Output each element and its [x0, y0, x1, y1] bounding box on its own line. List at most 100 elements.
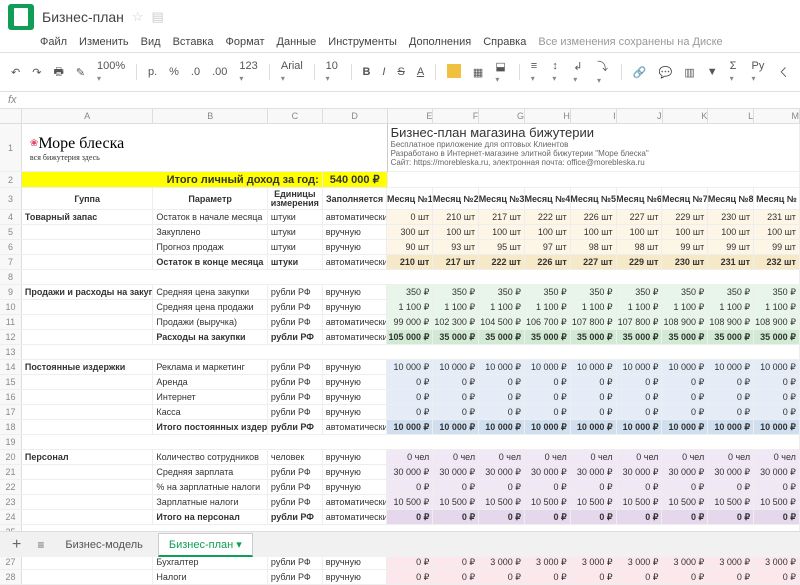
data-cell[interactable]: 30 000 ₽ — [754, 465, 800, 479]
data-cell[interactable]: 0 ₽ — [479, 375, 525, 389]
wrap-button[interactable]: ↲ — [570, 58, 588, 87]
data-cell[interactable]: 99 шт — [754, 240, 800, 254]
paint-format-icon[interactable]: ✎ — [73, 64, 88, 81]
param-name[interactable]: Средняя зарплата — [153, 465, 268, 479]
group-name[interactable] — [22, 555, 153, 569]
data-cell[interactable]: 10 000 ₽ — [708, 360, 754, 374]
data-cell[interactable]: 0 ₽ — [662, 375, 708, 389]
data-cell[interactable]: 210 шт — [433, 210, 479, 224]
data-cell[interactable]: 108 900 ₽ — [708, 315, 754, 329]
group-name[interactable]: Товарный запас — [22, 210, 153, 224]
data-cell[interactable]: 0 ₽ — [433, 510, 479, 524]
group-name[interactable] — [22, 465, 153, 479]
sheet-tab[interactable]: Бизнес-модель — [54, 534, 154, 556]
row-header[interactable]: 27 — [0, 555, 22, 569]
data-cell[interactable]: 35 000 ₽ — [525, 330, 571, 344]
data-cell[interactable]: 100 шт — [479, 225, 525, 239]
hdr-month[interactable]: Месяц №5 — [571, 188, 617, 209]
data-cell[interactable]: 230 шт — [662, 255, 708, 269]
data-cell[interactable]: 10 500 ₽ — [525, 495, 571, 509]
valign-button[interactable]: ↕ — [549, 58, 564, 86]
data-cell[interactable]: 0 ₽ — [617, 570, 663, 584]
add-sheet-button[interactable]: + — [6, 536, 27, 554]
data-cell[interactable]: 0 ₽ — [387, 405, 433, 419]
data-cell[interactable]: 227 шт — [617, 210, 663, 224]
data-cell[interactable]: 1 100 ₽ — [662, 300, 708, 314]
italic-button[interactable]: I — [379, 64, 388, 80]
data-cell[interactable]: 0 ₽ — [754, 375, 800, 389]
col-header[interactable]: A — [22, 109, 154, 123]
data-cell[interactable]: 0 ₽ — [525, 480, 571, 494]
undo-icon[interactable]: ↶ — [8, 64, 23, 81]
data-cell[interactable]: 108 900 ₽ — [662, 315, 708, 329]
group-name[interactable] — [22, 495, 153, 509]
data-cell[interactable]: 222 шт — [525, 210, 571, 224]
data-cell[interactable]: 0 ₽ — [479, 405, 525, 419]
menu-tools[interactable]: Инструменты — [328, 36, 397, 48]
data-cell[interactable]: 0 ₽ — [387, 375, 433, 389]
col-header[interactable]: G — [479, 109, 525, 123]
unit-cell[interactable]: рубли РФ — [268, 375, 323, 389]
param-name[interactable]: Касса — [153, 405, 268, 419]
collapse-toolbar-icon[interactable]: ㄑ — [775, 62, 792, 82]
fill-cell[interactable]: вручную — [323, 450, 388, 464]
data-cell[interactable]: 227 шт — [571, 255, 617, 269]
param-name[interactable]: Продажи (выручка) — [153, 315, 268, 329]
data-cell[interactable]: 217 шт — [433, 255, 479, 269]
fill-cell[interactable]: автоматически — [323, 495, 388, 509]
unit-cell[interactable]: рубли РФ — [268, 420, 323, 434]
data-cell[interactable]: 0 ₽ — [433, 570, 479, 584]
group-name[interactable] — [22, 225, 153, 239]
param-name[interactable]: Прогноз продаж — [153, 240, 268, 254]
menu-insert[interactable]: Вставка — [173, 36, 214, 48]
cell[interactable] — [22, 435, 800, 449]
data-cell[interactable]: 0 ₽ — [571, 375, 617, 389]
data-cell[interactable]: 0 чел — [525, 450, 571, 464]
data-cell[interactable]: 3 000 ₽ — [662, 555, 708, 569]
data-cell[interactable]: 1 100 ₽ — [433, 300, 479, 314]
data-cell[interactable]: 0 ₽ — [387, 570, 433, 584]
data-cell[interactable]: 35 000 ₽ — [708, 330, 754, 344]
row-header[interactable]: 12 — [0, 330, 22, 344]
unit-cell[interactable]: штуки — [268, 225, 323, 239]
col-header[interactable]: B — [153, 109, 268, 123]
group-name[interactable] — [22, 390, 153, 404]
group-name[interactable]: Продажи и расходы на закупки — [22, 285, 153, 299]
cell[interactable] — [22, 270, 800, 284]
data-cell[interactable]: 10 500 ₽ — [662, 495, 708, 509]
row-header[interactable]: 3 — [0, 188, 22, 209]
link-button[interactable]: 🔗 — [630, 64, 650, 81]
data-cell[interactable]: 350 ₽ — [433, 285, 479, 299]
data-cell[interactable]: 0 ₽ — [708, 405, 754, 419]
param-name[interactable]: Зарплатные налоги — [153, 495, 268, 509]
unit-cell[interactable]: рубли РФ — [268, 390, 323, 404]
param-name[interactable]: Налоги — [153, 570, 268, 584]
menu-help[interactable]: Справка — [483, 36, 526, 48]
percent-button[interactable]: % — [166, 64, 182, 80]
row-header[interactable]: 19 — [0, 435, 22, 449]
data-cell[interactable]: 0 ₽ — [662, 510, 708, 524]
unit-cell[interactable]: штуки — [268, 255, 323, 269]
data-cell[interactable]: 0 шт — [387, 210, 433, 224]
param-name[interactable]: Аренда — [153, 375, 268, 389]
row-header[interactable]: 14 — [0, 360, 22, 374]
hdr-month[interactable]: Месяц №8 — [708, 188, 754, 209]
row-header[interactable]: 8 — [0, 270, 22, 284]
data-cell[interactable]: 10 000 ₽ — [479, 420, 525, 434]
data-cell[interactable]: 100 шт — [662, 225, 708, 239]
group-name[interactable] — [22, 330, 153, 344]
data-cell[interactable]: 95 шт — [479, 240, 525, 254]
data-cell[interactable]: 10 000 ₽ — [525, 420, 571, 434]
zoom-select[interactable]: 100% — [94, 58, 128, 86]
row-header[interactable]: 16 — [0, 390, 22, 404]
data-cell[interactable]: 0 ₽ — [387, 480, 433, 494]
col-header[interactable]: I — [571, 109, 617, 123]
col-header[interactable]: J — [617, 109, 663, 123]
data-cell[interactable]: 30 000 ₽ — [708, 465, 754, 479]
data-cell[interactable]: 99 шт — [708, 240, 754, 254]
all-sheets-button[interactable]: ≡ — [31, 538, 50, 552]
data-cell[interactable]: 0 ₽ — [708, 510, 754, 524]
font-size-select[interactable]: 10 — [323, 58, 343, 86]
data-cell[interactable]: 10 500 ₽ — [433, 495, 479, 509]
fill-cell[interactable]: автоматически — [323, 420, 388, 434]
